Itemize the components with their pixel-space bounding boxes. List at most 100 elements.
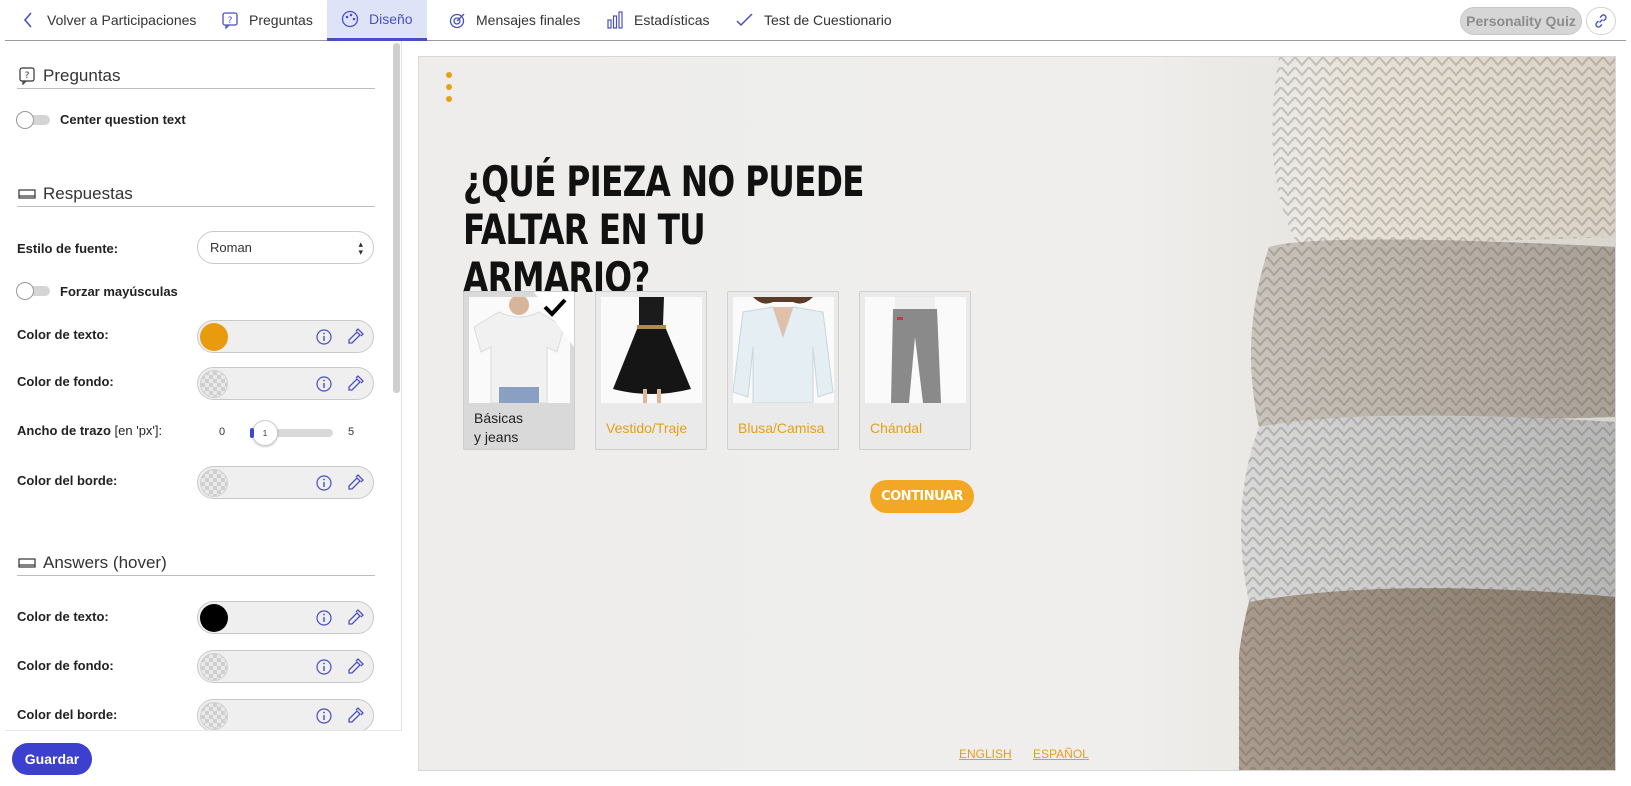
stroke-width-label: Ancho de trazo [en 'px']: — [17, 423, 162, 438]
text-color-swatch[interactable] — [200, 323, 228, 351]
svg-text:?: ? — [228, 16, 233, 26]
double-check-icon — [736, 11, 754, 29]
center-question-text-toggle[interactable] — [16, 111, 50, 129]
tab-preguntas-label: Preguntas — [249, 12, 313, 28]
border-color-field[interactable] — [197, 466, 374, 499]
tab-test-cuestionario[interactable]: Test de Cuestionario — [736, 0, 892, 40]
font-style-label: Estilo de fuente: — [17, 241, 119, 256]
answer-option-basicas[interactable]: Básicas y jeans — [463, 291, 575, 450]
quiz-type-badge[interactable]: Personality Quiz — [1460, 7, 1582, 35]
force-uppercase-label: Forzar mayúsculas — [60, 284, 178, 299]
grey-sweatpants-image — [865, 297, 966, 403]
answer-option-chandal[interactable]: Chándal — [859, 291, 971, 450]
stroke-max: 5 — [348, 426, 355, 438]
hover-text-color-swatch[interactable] — [200, 604, 228, 632]
text-color-field[interactable] — [197, 320, 374, 353]
answer-box-icon — [17, 185, 37, 203]
bg-color-label: Color de fondo: — [17, 374, 114, 389]
info-icon[interactable] — [315, 609, 333, 627]
section-preguntas-title: ? Preguntas — [17, 63, 375, 89]
hover-border-color-label: Color del borde: — [17, 707, 118, 722]
eyedropper-icon[interactable] — [345, 327, 365, 347]
language-links: ENGLISH ESPAÑOL — [959, 747, 1107, 761]
answer-label: Vestido/Traje — [606, 420, 688, 436]
tab-estadisticas[interactable]: Estadísticas — [606, 0, 709, 40]
question-bubble-icon: ? — [221, 11, 239, 29]
font-style-value: Roman — [210, 240, 252, 255]
info-icon[interactable] — [315, 707, 333, 725]
hover-text-color-field[interactable] — [197, 601, 374, 634]
knit-sweaters-background-image — [1239, 57, 1615, 770]
tab-diseno-label: Diseño — [369, 11, 413, 27]
hover-bg-color-swatch[interactable] — [200, 653, 228, 681]
force-uppercase-toggle[interactable] — [16, 282, 50, 300]
answer-label: Básicas y jeans — [474, 410, 524, 445]
eyedropper-icon[interactable] — [345, 374, 365, 394]
eyedropper-icon[interactable] — [345, 706, 365, 726]
sidebar-scrollbar[interactable] — [393, 43, 400, 393]
hover-bg-color-field[interactable] — [197, 650, 374, 683]
select-caret-icon: ▴ ▾ — [358, 239, 363, 257]
language-spanish-link[interactable]: ESPAÑOL — [1033, 747, 1089, 761]
question-bubble-icon: ? — [17, 66, 37, 85]
answer-label: Blusa/Camisa — [738, 420, 825, 436]
section-answers-hover-label: Answers (hover) — [43, 552, 167, 572]
tab-estadisticas-label: Estadísticas — [634, 12, 710, 28]
border-color-swatch[interactable] — [200, 469, 228, 497]
palette-icon — [341, 10, 359, 28]
bg-color-swatch[interactable] — [200, 370, 228, 398]
section-preguntas-label: Preguntas — [43, 65, 121, 85]
tab-preguntas[interactable]: ? Preguntas — [221, 0, 313, 40]
quiz-preview: ¿Qué pieza no puede faltar en tu armario… — [418, 56, 1616, 771]
target-icon — [448, 11, 466, 29]
back-to-participations-link[interactable]: Volver a Participaciones — [19, 0, 196, 40]
chevron-left-icon — [19, 11, 37, 29]
stroke-min: 0 — [219, 426, 226, 438]
save-bar: Guardar — [5, 730, 402, 786]
continue-button[interactable]: CONTINUAR — [870, 480, 974, 513]
hover-border-color-field[interactable] — [197, 699, 374, 732]
eyedropper-icon[interactable] — [345, 608, 365, 628]
black-dress-image — [601, 297, 702, 403]
hover-border-color-swatch[interactable] — [200, 702, 228, 730]
stroke-width-slider-handle[interactable]: 1 — [250, 420, 278, 446]
font-style-select[interactable]: Roman ▴ ▾ — [197, 231, 374, 264]
hover-text-color-label: Color de texto: — [17, 609, 109, 624]
back-label: Volver a Participaciones — [47, 12, 197, 28]
question-title: ¿Qué pieza no puede faltar en tu armario… — [463, 157, 865, 302]
info-icon[interactable] — [315, 658, 333, 676]
language-english-link[interactable]: ENGLISH — [959, 747, 1012, 761]
white-blouse-image — [733, 297, 834, 403]
bar-chart-icon — [606, 11, 624, 29]
tab-diseno[interactable]: Diseño — [327, 0, 427, 41]
bg-color-field[interactable] — [197, 367, 374, 400]
design-sidebar: ? Preguntas Center question text Respues… — [5, 41, 402, 786]
hover-bg-color-label: Color de fondo: — [17, 658, 114, 673]
vertical-dots-menu-icon[interactable] — [446, 72, 452, 102]
answer-option-blusa[interactable]: Blusa/Camisa — [727, 291, 839, 450]
tab-mensajes-finales[interactable]: Mensajes finales — [448, 0, 580, 40]
save-button[interactable]: Guardar — [12, 743, 92, 775]
section-respuestas-label: Respuestas — [43, 183, 133, 203]
answer-box-icon — [17, 554, 37, 572]
eyedropper-icon[interactable] — [345, 473, 365, 493]
link-icon — [1595, 14, 1607, 28]
tab-test-cuestionario-label: Test de Cuestionario — [764, 12, 892, 28]
eyedropper-icon[interactable] — [345, 657, 365, 677]
tab-mensajes-finales-label: Mensajes finales — [476, 12, 581, 28]
info-icon[interactable] — [315, 328, 333, 346]
svg-text:?: ? — [25, 71, 30, 81]
top-navigation: Volver a Participaciones ? Preguntas Dis… — [5, 0, 1626, 41]
section-respuestas-title: Respuestas — [17, 181, 375, 207]
text-color-label: Color de texto: — [17, 327, 109, 342]
share-link-button[interactable] — [1586, 7, 1616, 35]
section-answers-hover-title: Answers (hover) — [17, 550, 375, 576]
info-icon[interactable] — [315, 474, 333, 492]
answer-option-vestido[interactable]: Vestido/Traje — [595, 291, 707, 450]
answer-label: Chándal — [870, 420, 923, 436]
border-color-label: Color del borde: — [17, 473, 118, 488]
stroke-width-label-text: Ancho de trazo — [17, 423, 111, 438]
info-icon[interactable] — [315, 375, 333, 393]
stroke-width-unit: [en 'px']: — [114, 423, 163, 438]
checkmark-icon — [534, 292, 574, 347]
